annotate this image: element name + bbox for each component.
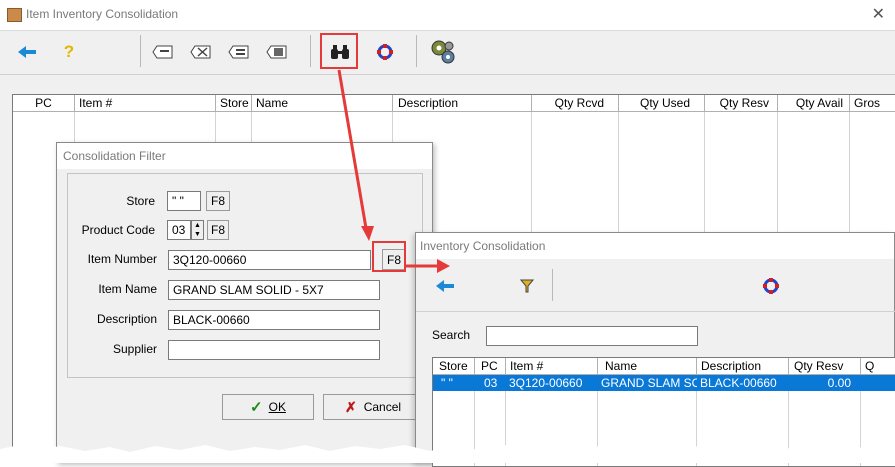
torn-edge xyxy=(0,445,895,463)
annotation-arrows xyxy=(337,69,450,273)
